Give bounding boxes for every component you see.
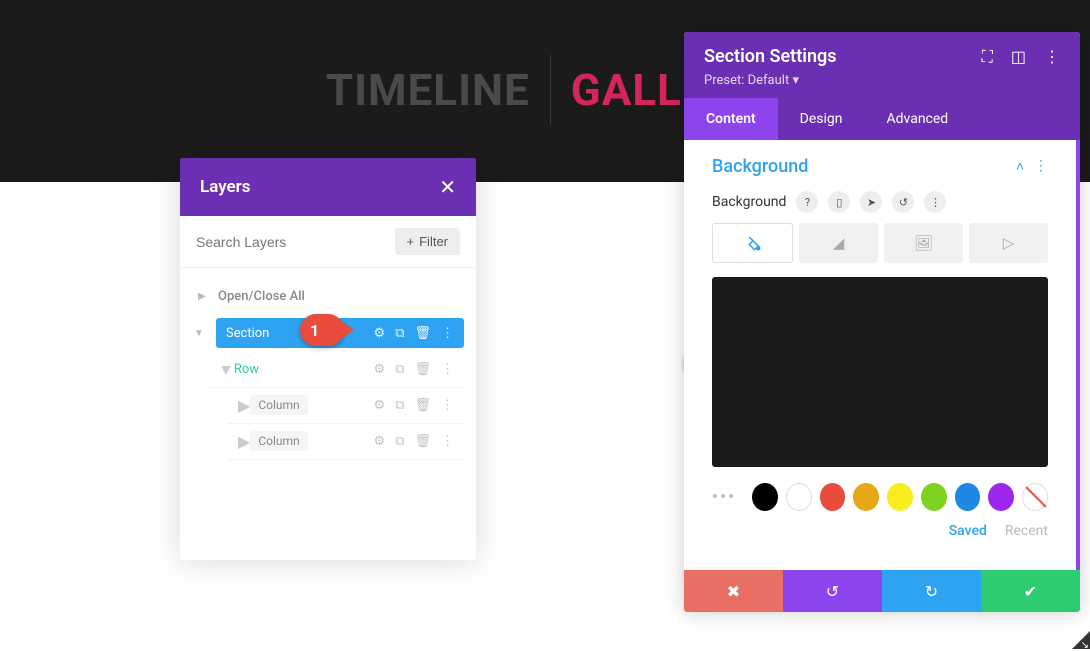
color-preview[interactable] bbox=[712, 277, 1048, 467]
paint-bucket-icon bbox=[744, 234, 762, 252]
more-icon[interactable]: ⋮ bbox=[441, 326, 454, 341]
settings-footer: ✖ ↺ ↻ ✔ bbox=[684, 570, 1080, 612]
caret-right-icon: ▶ bbox=[198, 291, 212, 302]
tree-row-item[interactable]: ▼ Row ⚙ ⧉ 🗑 ⋮ bbox=[208, 352, 464, 388]
more-icon[interactable]: ⋮ bbox=[1044, 47, 1060, 67]
background-section-title[interactable]: Background bbox=[712, 156, 808, 177]
bg-image-tab[interactable]: 🖼 bbox=[884, 223, 963, 263]
layers-header[interactable]: Layers ✕ bbox=[180, 158, 476, 216]
layers-title: Layers bbox=[200, 177, 251, 197]
tree-column-item[interactable]: ▶ Column ⚙ ⧉ 🗑 ⋮ bbox=[228, 424, 464, 460]
filter-label: Filter bbox=[419, 234, 448, 249]
trash-icon[interactable]: 🗑 bbox=[414, 326, 431, 341]
swatch-black[interactable] bbox=[752, 483, 778, 511]
trash-icon[interactable]: 🗑 bbox=[414, 398, 431, 413]
snap-icon[interactable]: ◫ bbox=[1011, 47, 1026, 67]
swatch-orange[interactable] bbox=[853, 483, 879, 511]
caret-right-icon[interactable]: ▶ bbox=[238, 432, 250, 451]
gear-icon[interactable]: ⚙ bbox=[374, 362, 386, 377]
background-label: Background bbox=[712, 194, 786, 210]
search-input[interactable] bbox=[196, 234, 385, 250]
swatch-blue[interactable] bbox=[955, 483, 981, 511]
caret-down-icon: ▾ bbox=[792, 73, 799, 88]
gear-icon[interactable]: ⚙ bbox=[374, 434, 386, 449]
tab-content[interactable]: Content bbox=[684, 98, 778, 140]
swatch-more-icon[interactable]: ••• bbox=[712, 487, 736, 508]
section-row-actions: ⚙ ⧉ 🗑 ⋮ bbox=[374, 326, 454, 341]
filter-button[interactable]: + Filter bbox=[395, 228, 460, 255]
layers-panel: Layers ✕ + Filter ▶ Open/Close All ▼ Sec… bbox=[180, 158, 476, 560]
background-option-row: Background ? ▯ ➤ ↺ ⋮ bbox=[712, 191, 1048, 213]
more-icon[interactable]: ⋮ bbox=[441, 434, 454, 449]
layers-tree: ▶ Open/Close All ▼ Section ⚙ ⧉ 🗑 ⋮ ▼ Row… bbox=[180, 268, 476, 560]
cancel-button[interactable]: ✖ bbox=[684, 570, 783, 612]
reset-icon[interactable]: ↺ bbox=[892, 191, 914, 213]
hover-icon[interactable]: ➤ bbox=[860, 191, 882, 213]
title-timeline: TIMELINE bbox=[326, 64, 530, 116]
settings-panel: Section Settings ⛶ ◫ ⋮ Preset: Default ▾… bbox=[684, 32, 1080, 612]
swatch-yellow[interactable] bbox=[887, 483, 913, 511]
swatch-white[interactable] bbox=[786, 483, 812, 511]
chevron-up-icon[interactable]: ˄ bbox=[1016, 158, 1024, 175]
caret-down-icon[interactable]: ▼ bbox=[194, 328, 204, 339]
settings-header[interactable]: Section Settings ⛶ ◫ ⋮ Preset: Default ▾ bbox=[684, 32, 1080, 98]
settings-body: Background ˄ ⋮ Background ? ▯ ➤ ↺ ⋮ ◢ 🖼 … bbox=[684, 140, 1080, 570]
recent-link[interactable]: Recent bbox=[1005, 523, 1048, 539]
saved-link[interactable]: Saved bbox=[949, 523, 987, 539]
caret-down-icon[interactable]: ▼ bbox=[218, 360, 234, 380]
title-divider bbox=[550, 55, 551, 125]
settings-title: Section Settings bbox=[704, 46, 837, 67]
duplicate-icon[interactable]: ⧉ bbox=[395, 398, 404, 413]
duplicate-icon[interactable]: ⧉ bbox=[395, 362, 404, 377]
swatch-purple[interactable] bbox=[988, 483, 1014, 511]
tab-advanced[interactable]: Advanced bbox=[865, 98, 971, 140]
more-icon[interactable]: ⋮ bbox=[441, 362, 454, 377]
trash-icon[interactable]: 🗑 bbox=[414, 434, 431, 449]
swatch-none[interactable] bbox=[1022, 483, 1048, 511]
save-button[interactable]: ✔ bbox=[981, 570, 1080, 612]
more-icon[interactable]: ⋮ bbox=[924, 191, 946, 213]
device-icon[interactable]: ▯ bbox=[828, 191, 850, 213]
redo-button[interactable]: ↻ bbox=[882, 570, 981, 612]
more-icon[interactable]: ⋮ bbox=[1034, 158, 1048, 175]
expand-icon[interactable]: ⛶ bbox=[982, 47, 993, 67]
preset-selector[interactable]: Preset: Default ▾ bbox=[704, 73, 1060, 88]
more-icon[interactable]: ⋮ bbox=[441, 398, 454, 413]
close-icon[interactable]: ✕ bbox=[439, 175, 456, 199]
bg-video-tab[interactable]: ▷ bbox=[969, 223, 1048, 263]
layers-search-row: + Filter bbox=[180, 216, 476, 268]
gear-icon[interactable]: ⚙ bbox=[374, 398, 386, 413]
swatch-red[interactable] bbox=[820, 483, 846, 511]
help-icon[interactable]: ? bbox=[796, 191, 818, 213]
caret-right-icon[interactable]: ▶ bbox=[238, 396, 250, 415]
color-swatches: ••• bbox=[712, 483, 1048, 511]
settings-tabs: Content Design Advanced bbox=[684, 98, 1080, 140]
trash-icon[interactable]: 🗑 bbox=[414, 362, 431, 377]
undo-button[interactable]: ↺ bbox=[783, 570, 882, 612]
tree-column-item[interactable]: ▶ Column ⚙ ⧉ 🗑 ⋮ bbox=[228, 388, 464, 424]
bg-gradient-tab[interactable]: ◢ bbox=[799, 223, 878, 263]
open-close-all[interactable]: ▶ Open/Close All bbox=[180, 278, 476, 314]
gear-icon[interactable]: ⚙ bbox=[374, 326, 386, 341]
bg-color-tab[interactable] bbox=[712, 223, 793, 263]
callout-one: 1 bbox=[300, 314, 344, 346]
background-type-tabs: ◢ 🖼 ▷ bbox=[712, 223, 1048, 263]
resize-handle[interactable] bbox=[1072, 631, 1090, 649]
swatch-green[interactable] bbox=[921, 483, 947, 511]
plus-icon: + bbox=[407, 234, 415, 249]
duplicate-icon[interactable]: ⧉ bbox=[395, 434, 404, 449]
duplicate-icon[interactable]: ⧉ bbox=[395, 326, 404, 341]
tab-design[interactable]: Design bbox=[778, 98, 865, 140]
swatch-sets: Saved Recent bbox=[712, 523, 1048, 539]
